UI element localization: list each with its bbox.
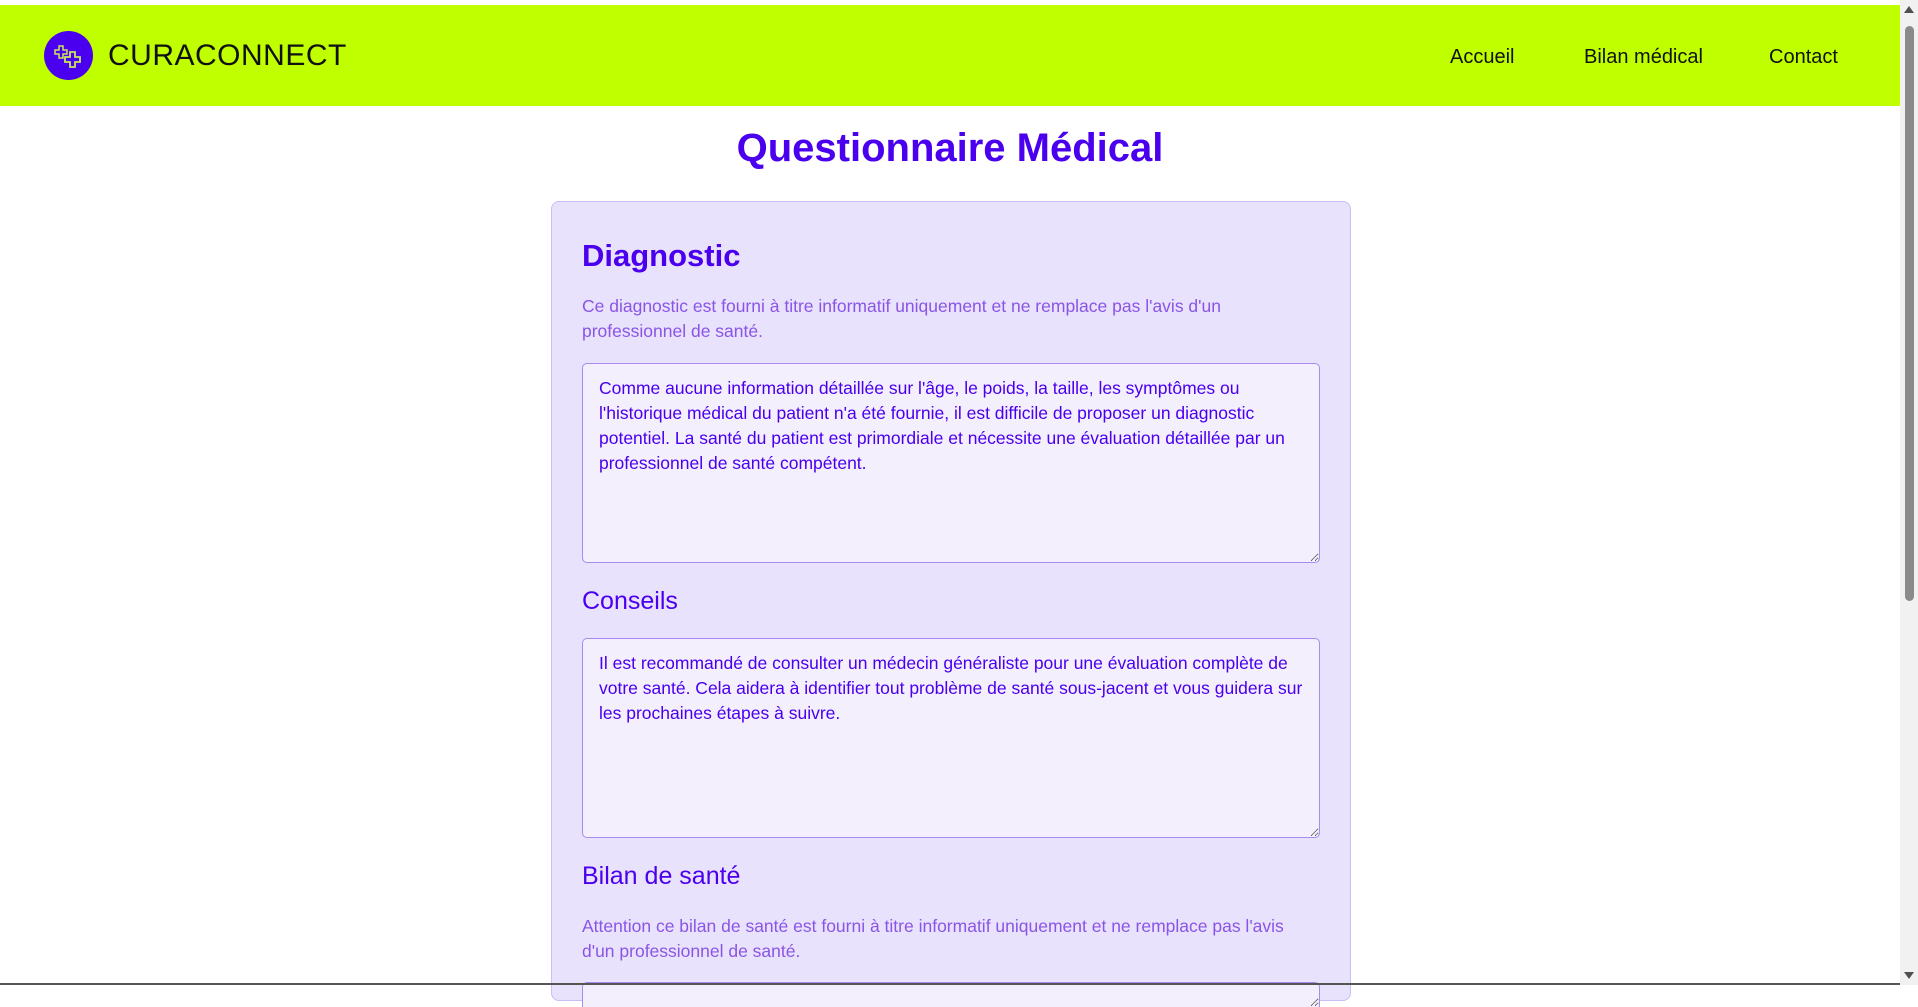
questionnaire-card: Diagnostic Ce diagnostic est fourni à ti…: [551, 201, 1351, 1007]
scroll-down-arrow-icon[interactable]: [1904, 972, 1914, 979]
nav-link-contact[interactable]: Contact: [1769, 46, 1838, 69]
medical-crosses-icon[interactable]: [44, 31, 93, 80]
diagnostic-disclaimer: Ce diagnostic est fourni à titre informa…: [582, 296, 1221, 341]
vertical-scrollbar[interactable]: [1900, 0, 1918, 985]
diagnostic-heading: Diagnostic: [582, 238, 741, 273]
bilan-heading: Bilan de santé: [582, 862, 741, 890]
site-header: CURACONNECT Accueil Bilan médical Contac…: [0, 5, 1900, 106]
conseils-textarea[interactable]: Il est recommandé de consulter un médeci…: [582, 638, 1320, 838]
scroll-up-arrow-icon[interactable]: [1904, 6, 1914, 13]
bilan-disclaimer: Attention ce bilan de santé est fourni à…: [582, 916, 1284, 961]
conseils-heading: Conseils: [582, 587, 678, 615]
bilan-textarea[interactable]: [582, 982, 1320, 1007]
diagnostic-textarea[interactable]: Comme aucune information détaillée sur l…: [582, 363, 1320, 563]
scrollbar-thumb[interactable]: [1905, 26, 1914, 601]
nav-link-accueil[interactable]: Accueil: [1450, 46, 1514, 69]
brand-name[interactable]: CURACONNECT: [108, 39, 347, 73]
page-title: Questionnaire Médical: [736, 126, 1164, 170]
nav-link-bilan-medical[interactable]: Bilan médical: [1584, 46, 1703, 69]
